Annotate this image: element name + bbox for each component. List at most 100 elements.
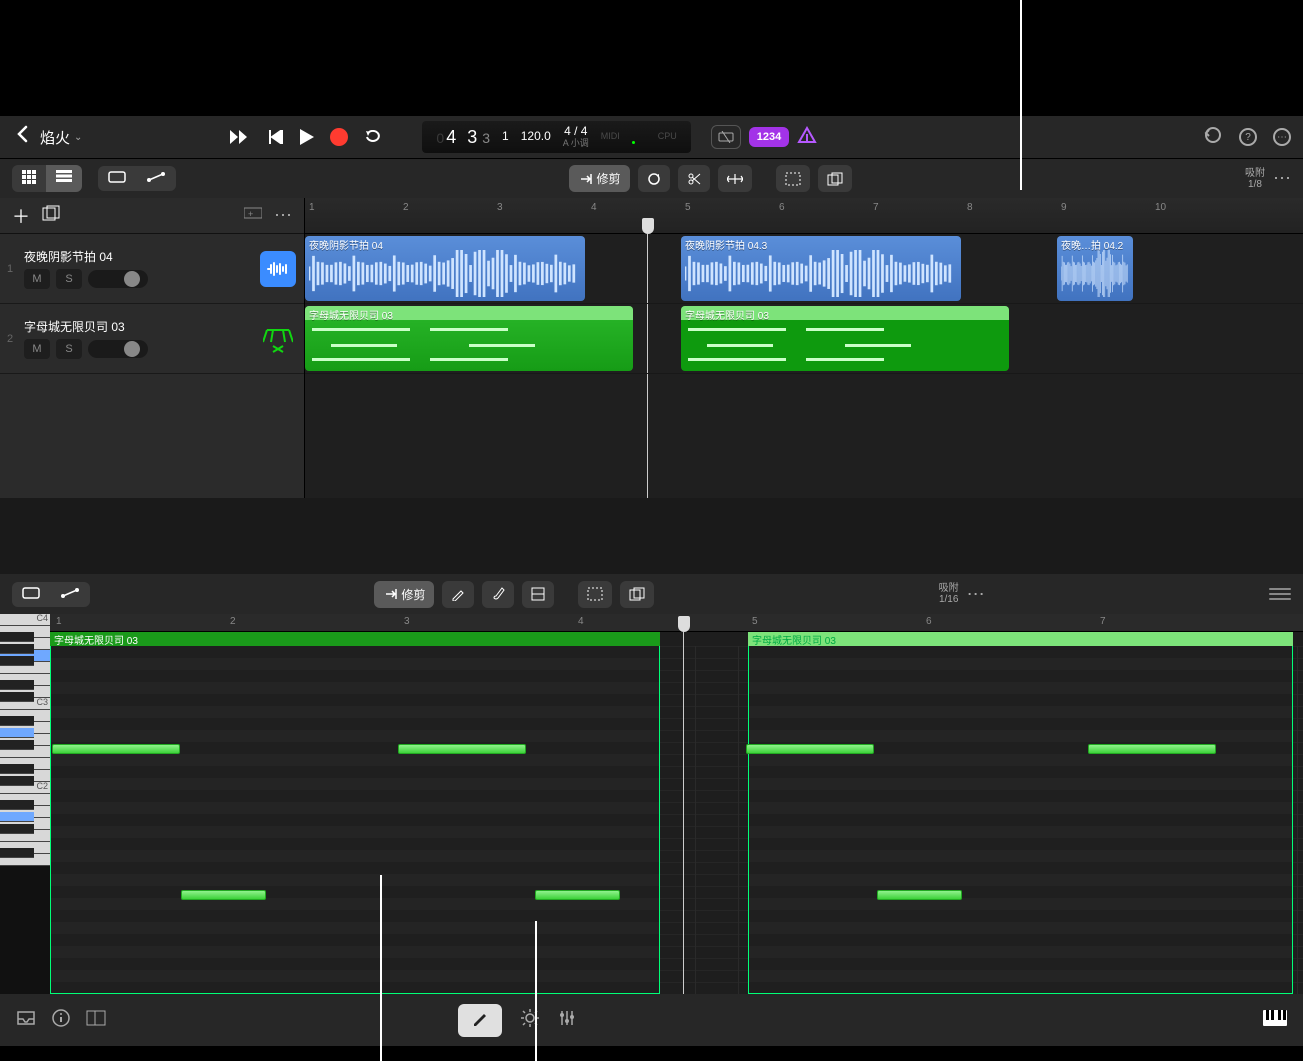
editor-grid[interactable]: 1234567 字母城无限贝司 03字母城无限贝司 03 [50,614,1303,994]
duplicate-track-button[interactable] [42,205,60,226]
mixer-button[interactable] [558,1009,576,1032]
editor-region-view-button[interactable] [12,582,50,607]
midi-region[interactable]: 字母城无限贝司 03 [305,306,633,371]
lcd-tempo: 120.0 [521,130,551,143]
more-menu-button[interactable]: ⋯ [1273,128,1291,146]
editor-ruler-mark: 6 [926,616,932,627]
midi-note[interactable] [535,890,620,900]
piano-keyboard[interactable]: C4C3C2 [0,614,50,994]
solo-button[interactable]: S [56,339,82,359]
audio-track-icon [260,251,296,287]
snap-control[interactable]: 吸附 1/8 [1245,168,1265,190]
move-tool-button[interactable] [718,165,752,192]
split-tool-button[interactable] [678,165,710,192]
arrange-body[interactable]: 12345678910 夜晚阴影节拍 04 夜晚阴影节拍 04.3 夜晚…拍 04.… [305,198,1303,498]
midi-note[interactable] [1088,744,1216,754]
editor-trim-button[interactable]: 修剪 [374,581,434,608]
volume-slider[interactable] [88,340,148,358]
ruler-mark: 3 [497,202,503,213]
arrange-ruler[interactable]: 12345678910 [305,198,1303,234]
editor-snap-control[interactable]: 吸附 1/16 [939,583,959,605]
region-select-button[interactable] [98,166,136,191]
track-filter-button[interactable]: + [244,206,262,225]
mute-button[interactable]: M [24,269,50,289]
midi-note[interactable] [52,744,180,754]
help-button[interactable]: ? [1239,128,1257,146]
midi-note[interactable] [181,890,266,900]
track-header[interactable]: 1 夜晚阴影节拍 04 M S [0,234,304,304]
back-button[interactable] [12,125,32,149]
play-button[interactable] [300,129,314,145]
snap-label: 吸附 [1245,168,1265,179]
editor-ruler[interactable]: 1234567 [50,614,1303,632]
editor-playhead[interactable] [678,616,690,632]
keyboard-button[interactable] [1263,1010,1287,1031]
arrange-toolbar: 修剪 吸附 1/8 ⋯ [0,158,1303,198]
region-label: 字母城无限贝司 03 [309,307,393,322]
undo-button[interactable] [1203,126,1223,149]
mute-button[interactable]: M [24,339,50,359]
annotation-line [535,921,537,1061]
add-track-button[interactable]: ＋ [12,203,30,229]
midi-note[interactable] [877,890,962,900]
edit-mode-button[interactable] [458,1004,502,1037]
view-tracks-button[interactable] [46,165,82,192]
tuner-button[interactable] [797,126,817,149]
track-header[interactable]: 2 字母城无限贝司 03 M S [0,304,304,374]
count-in-button[interactable]: 1234 [749,127,789,147]
solo-button[interactable]: S [56,269,82,289]
cycle-button[interactable] [364,130,384,144]
editor-trim-label: 修剪 [401,586,425,603]
editor-ruler-mark: 3 [404,616,410,627]
automation-button[interactable] [136,166,176,191]
midi-note[interactable] [398,744,526,754]
view-grid-button[interactable] [12,165,46,192]
bottom-bar [0,994,1303,1046]
midi-note[interactable] [746,744,874,754]
lcd-display[interactable]: 0 4 3 3 1 120.0 4 / 4 A 小调 MIDI CPU [422,121,690,153]
inbox-button[interactable] [16,1010,36,1031]
info-button[interactable] [52,1009,70,1032]
lcd-cpu-label: CPU [658,132,677,142]
audio-region[interactable]: 夜晚阴影节拍 04 [305,236,585,301]
loop-tool-button[interactable] [638,165,670,192]
track-name: 夜晚阴影节拍 04 [24,248,252,265]
copy-tool-button[interactable] [818,165,852,192]
replace-mode-button[interactable] [711,125,741,149]
lcd-midi-label: MIDI [601,132,620,142]
fast-forward-button[interactable] [230,130,252,144]
editor-marquee-button[interactable] [578,581,612,608]
audio-region[interactable]: 夜晚…拍 04.2 [1057,236,1133,301]
volume-slider[interactable] [88,270,148,288]
track-index: 2 [4,333,16,345]
ruler-mark: 6 [779,202,785,213]
record-button[interactable] [330,128,348,146]
region-row: 夜晚阴影节拍 04 夜晚阴影节拍 04.3 夜晚…拍 04.2 [305,234,1303,304]
pencil-tool-button[interactable] [442,581,474,608]
editor-drag-handle[interactable] [1269,588,1291,600]
brush-tool-button[interactable] [482,581,514,608]
editor-snap-label: 吸附 [939,583,959,594]
velocity-tool-button[interactable] [522,581,554,608]
waveform [685,250,957,297]
editor-copy-button[interactable] [620,581,654,608]
waveform [309,250,581,297]
midi-region[interactable]: 字母城无限贝司 03 [681,306,1009,371]
track-name: 字母城无限贝司 03 [24,318,252,335]
trim-label: 修剪 [596,170,620,187]
library-button[interactable] [86,1010,106,1031]
lcd-hidden-prefix: 0 [436,130,444,146]
editor-region[interactable]: 字母城无限贝司 03 [50,632,660,994]
playhead[interactable] [642,218,654,234]
arrange-area: ＋ + ⋯ 1 夜晚阴影节拍 04 M S 2 [0,198,1303,498]
editor-automation-button[interactable] [50,582,90,607]
go-to-start-button[interactable] [268,130,284,144]
editor-more-button[interactable]: ⋯ [967,584,985,605]
track-more-button[interactable]: ⋯ [274,205,292,226]
audio-region[interactable]: 夜晚阴影节拍 04.3 [681,236,961,301]
editor-region[interactable]: 字母城无限贝司 03 [748,632,1293,994]
project-title[interactable]: 焰火 ⌄ [40,127,82,148]
arrange-more-button[interactable]: ⋯ [1273,170,1291,188]
trim-tool-button[interactable]: 修剪 [569,165,629,192]
marquee-tool-button[interactable] [776,165,810,192]
